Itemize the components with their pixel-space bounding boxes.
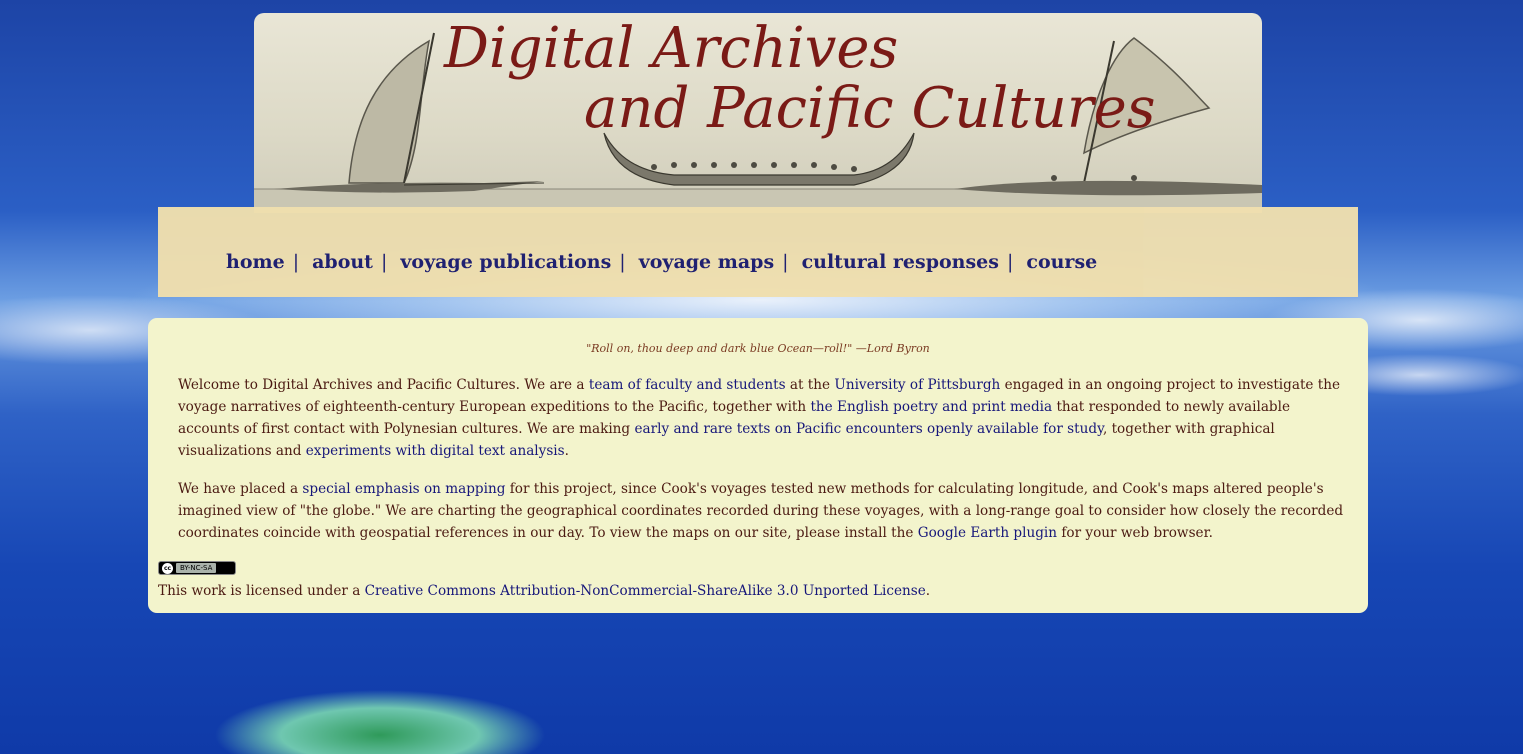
nav-separator: | — [380, 251, 388, 273]
nav-voyage-publications[interactable]: voyage publications — [400, 251, 611, 273]
nav-course[interactable]: course — [1026, 251, 1097, 273]
nav-cultural-responses[interactable]: cultural responses — [802, 251, 999, 273]
creative-commons-badge[interactable]: cc BY-NC-SA — [158, 561, 236, 575]
byron-quote: "Roll on, thou deep and dark blue Ocean—… — [586, 342, 930, 355]
text: for your web browser. — [1057, 525, 1213, 541]
text: . — [925, 583, 931, 599]
intro-paragraph: Welcome to Digital Archives and Pacific … — [178, 374, 1344, 462]
license-notice: This work is licensed under a Creative C… — [158, 583, 930, 599]
text: We have placed a — [178, 481, 303, 497]
banner-title-line2: and Pacific Cultures — [584, 76, 1156, 141]
content-panel: "Roll on, thou deep and dark blue Ocean—… — [148, 318, 1368, 613]
poetry-print-media-link[interactable]: the English poetry and print media — [810, 399, 1052, 415]
nav-separator: | — [1006, 251, 1014, 273]
nav-list: home | about | voyage publications | voy… — [226, 251, 1097, 273]
mapping-paragraph: We have placed a special emphasis on map… — [178, 478, 1344, 544]
text: This work is licensed under a — [158, 583, 365, 599]
nav-separator: | — [619, 251, 626, 273]
main-navigation: home | about | voyage publications | voy… — [158, 207, 1358, 297]
nav-home[interactable]: home — [226, 251, 285, 273]
mapping-link[interactable]: special emphasis on mapping — [302, 481, 505, 497]
google-earth-plugin-link[interactable]: Google Earth plugin — [918, 525, 1057, 541]
nav-separator: | — [782, 251, 789, 273]
cc-icon: cc — [162, 562, 173, 574]
text-analysis-link[interactable]: experiments with digital text analysis — [306, 443, 565, 459]
text: at the — [785, 377, 835, 393]
site-banner: Digital Archives and Pacific Cultures — [254, 13, 1262, 213]
banner-title-line1: Digital Archives — [444, 16, 899, 81]
text: . — [564, 443, 569, 459]
university-link[interactable]: University of Pittsburgh — [834, 377, 1000, 393]
license-link[interactable]: Creative Commons Attribution-NonCommerci… — [365, 583, 926, 599]
text: Welcome to Digital Archives and Pacific … — [178, 377, 589, 393]
team-link[interactable]: team of faculty and students — [589, 377, 786, 393]
rare-texts-link[interactable]: early and rare texts on Pacific encounte… — [634, 421, 1103, 437]
nav-separator: | — [292, 251, 300, 273]
nav-about[interactable]: about — [312, 251, 373, 273]
cc-badge-text: BY-NC-SA — [176, 563, 217, 573]
nav-voyage-maps[interactable]: voyage maps — [639, 251, 774, 273]
